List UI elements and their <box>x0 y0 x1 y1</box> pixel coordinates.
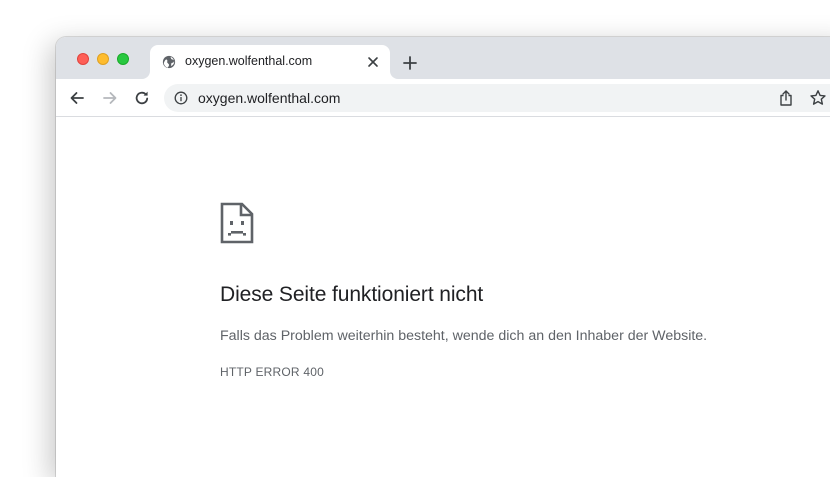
page-content: Diese Seite funktioniert nicht Falls das… <box>56 117 830 477</box>
window-minimize-button[interactable] <box>97 53 109 65</box>
tab-close-icon[interactable] <box>366 55 380 69</box>
globe-icon <box>162 55 176 69</box>
reload-icon[interactable] <box>133 89 151 107</box>
share-icon[interactable] <box>778 89 794 107</box>
error-title: Diese Seite funktioniert nicht <box>220 283 484 306</box>
new-tab-plus-icon[interactable] <box>402 55 418 71</box>
browser-window: oxygen.wolfenthal.com oxygen.wolfenthal.… <box>56 37 830 477</box>
error-code: HTTP ERROR 400 <box>220 365 324 379</box>
error-description: Falls das Problem weiterhin besteht, wen… <box>220 328 708 344</box>
sad-document-icon <box>220 202 254 244</box>
window-close-button[interactable] <box>77 53 89 65</box>
window-maximize-button[interactable] <box>117 53 129 65</box>
browser-tab[interactable]: oxygen.wolfenthal.com <box>150 45 390 79</box>
address-bar[interactable]: oxygen.wolfenthal.com <box>164 84 830 112</box>
title-bar: oxygen.wolfenthal.com <box>56 37 830 79</box>
tab-title: oxygen.wolfenthal.com <box>185 54 313 68</box>
info-icon[interactable] <box>174 91 188 105</box>
navigation-toolbar: oxygen.wolfenthal.com <box>56 79 830 117</box>
forward-arrow-icon[interactable] <box>101 89 119 107</box>
bookmark-star-icon[interactable] <box>809 89 827 107</box>
url-text[interactable]: oxygen.wolfenthal.com <box>198 90 340 106</box>
back-arrow-icon[interactable] <box>68 89 86 107</box>
